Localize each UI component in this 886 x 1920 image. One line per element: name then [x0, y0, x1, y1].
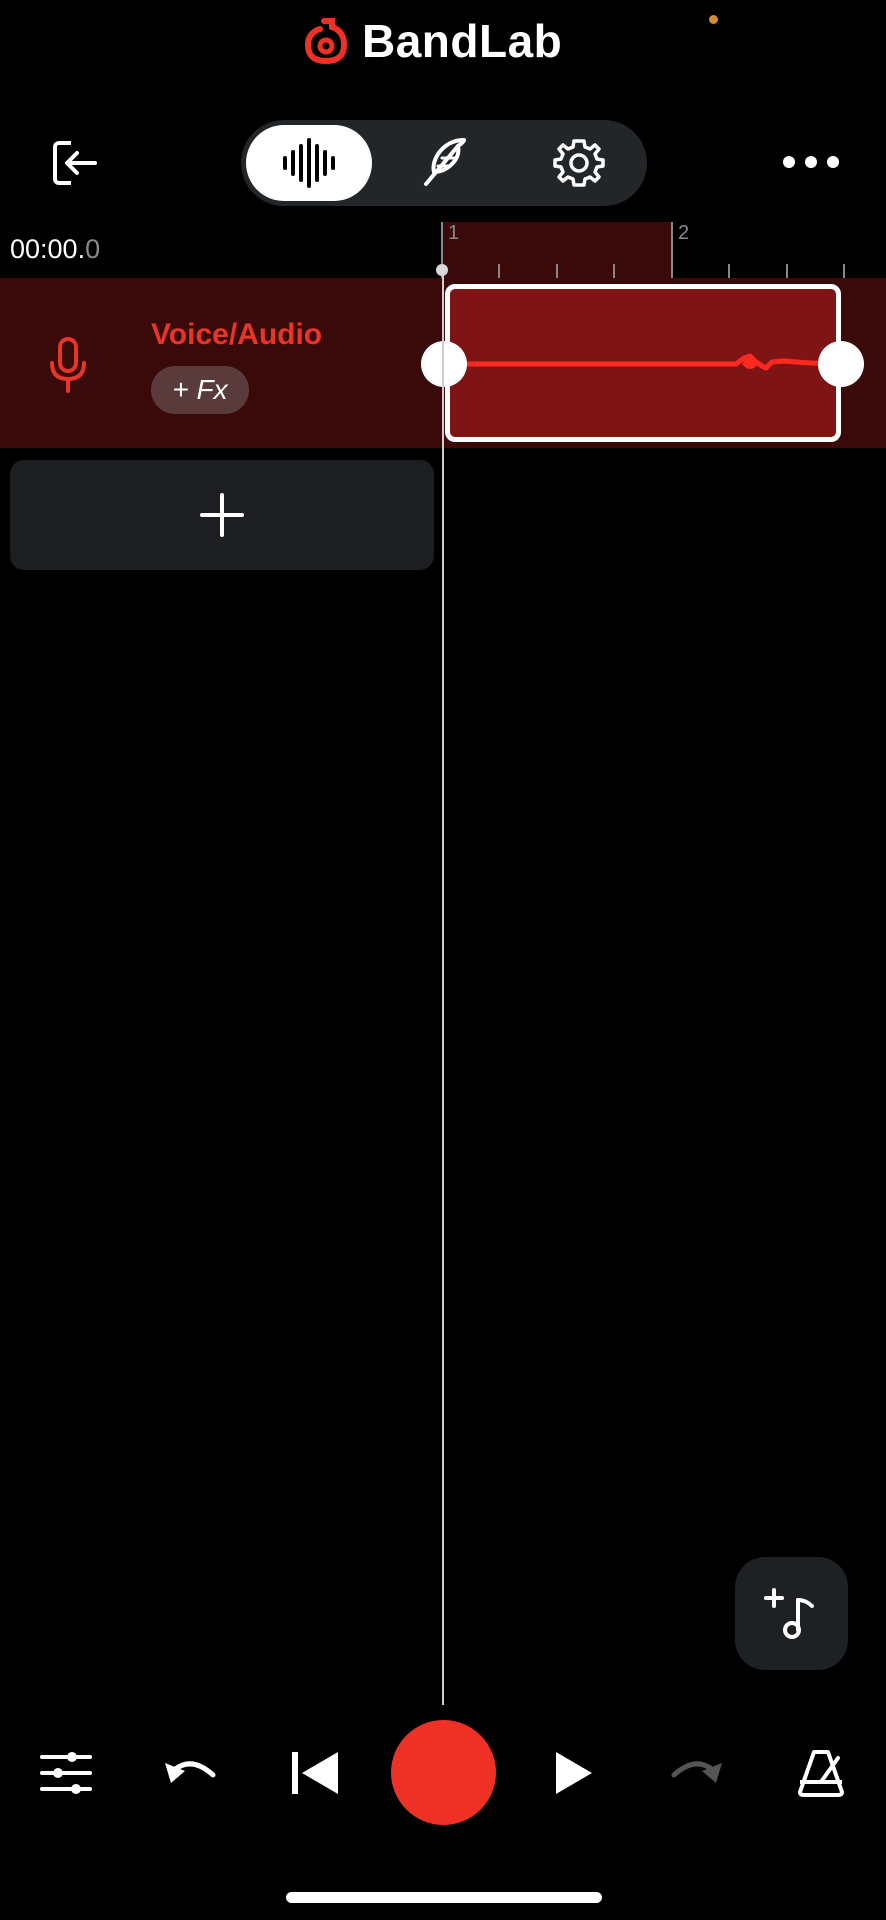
redo-icon — [671, 1761, 722, 1783]
bar-number-1: 1 — [448, 222, 460, 244]
skip-back-button[interactable] — [275, 1733, 355, 1813]
play-icon — [556, 1752, 592, 1794]
time-display: 00:00.0 — [10, 234, 100, 265]
add-track-button[interactable] — [10, 460, 434, 570]
waveform-icon — [283, 138, 335, 188]
activity-dot — [709, 15, 718, 24]
play-button[interactable] — [534, 1733, 614, 1813]
time-fraction: 0 — [85, 234, 101, 264]
time-main: 00:00. — [10, 234, 86, 264]
more-dots-icon — [783, 156, 839, 168]
feather-icon — [424, 138, 466, 186]
plus-icon — [200, 493, 244, 537]
add-instrument-icon — [763, 1587, 814, 1639]
track-mic-button[interactable] — [40, 332, 96, 398]
region-trim-handle-right[interactable] — [818, 341, 864, 387]
exit-arrow-icon — [53, 141, 97, 185]
microphone-icon — [50, 337, 86, 393]
playhead-marker[interactable] — [436, 264, 448, 276]
tab-settings[interactable] — [516, 125, 642, 201]
home-indicator[interactable] — [286, 1892, 602, 1903]
timeline-ruler[interactable] — [440, 222, 886, 280]
gear-icon — [553, 139, 605, 187]
metronome-icon — [798, 1750, 844, 1797]
bar-number-2: 2 — [678, 222, 690, 244]
record-button[interactable] — [391, 1720, 496, 1825]
exit-button[interactable] — [42, 130, 108, 196]
playhead-line[interactable] — [442, 270, 444, 1705]
add-fx-button[interactable]: + Fx — [151, 366, 249, 414]
more-options-button[interactable] — [776, 140, 846, 184]
undo-icon — [165, 1761, 216, 1783]
brand-logo: BandLab — [300, 10, 562, 72]
mixer-sliders-icon — [40, 1752, 92, 1794]
track-name[interactable]: Voice/Audio — [151, 318, 322, 352]
bandlab-logo-icon — [304, 18, 348, 65]
redo-button[interactable] — [657, 1733, 737, 1813]
tab-lyrics[interactable] — [380, 125, 506, 201]
region-waveform — [466, 353, 838, 371]
skip-back-icon — [292, 1752, 338, 1794]
undo-button[interactable] — [150, 1733, 230, 1813]
metronome-button[interactable] — [781, 1733, 861, 1813]
tab-waveform[interactable] — [246, 125, 372, 201]
brand-name: BandLab — [362, 15, 563, 67]
mixer-button[interactable] — [26, 1733, 106, 1813]
region-trim-handle-left[interactable] — [421, 341, 467, 387]
add-instrument-button[interactable] — [735, 1557, 848, 1670]
